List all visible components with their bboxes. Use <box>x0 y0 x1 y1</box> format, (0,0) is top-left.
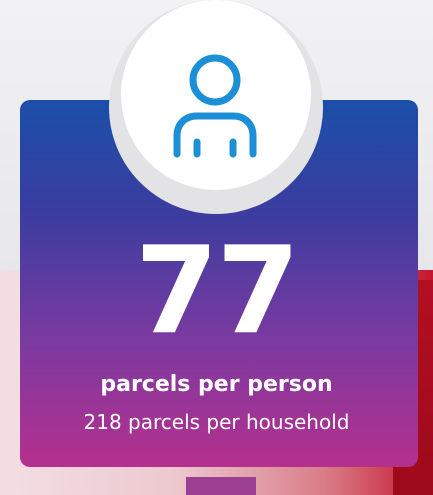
stat-value: 77 <box>135 222 300 361</box>
person-icon <box>173 54 257 158</box>
stat-primary-label: parcels per person <box>100 372 333 397</box>
stat-secondary-label: 218 parcels per household <box>83 410 350 434</box>
bottom-tab <box>186 477 256 495</box>
